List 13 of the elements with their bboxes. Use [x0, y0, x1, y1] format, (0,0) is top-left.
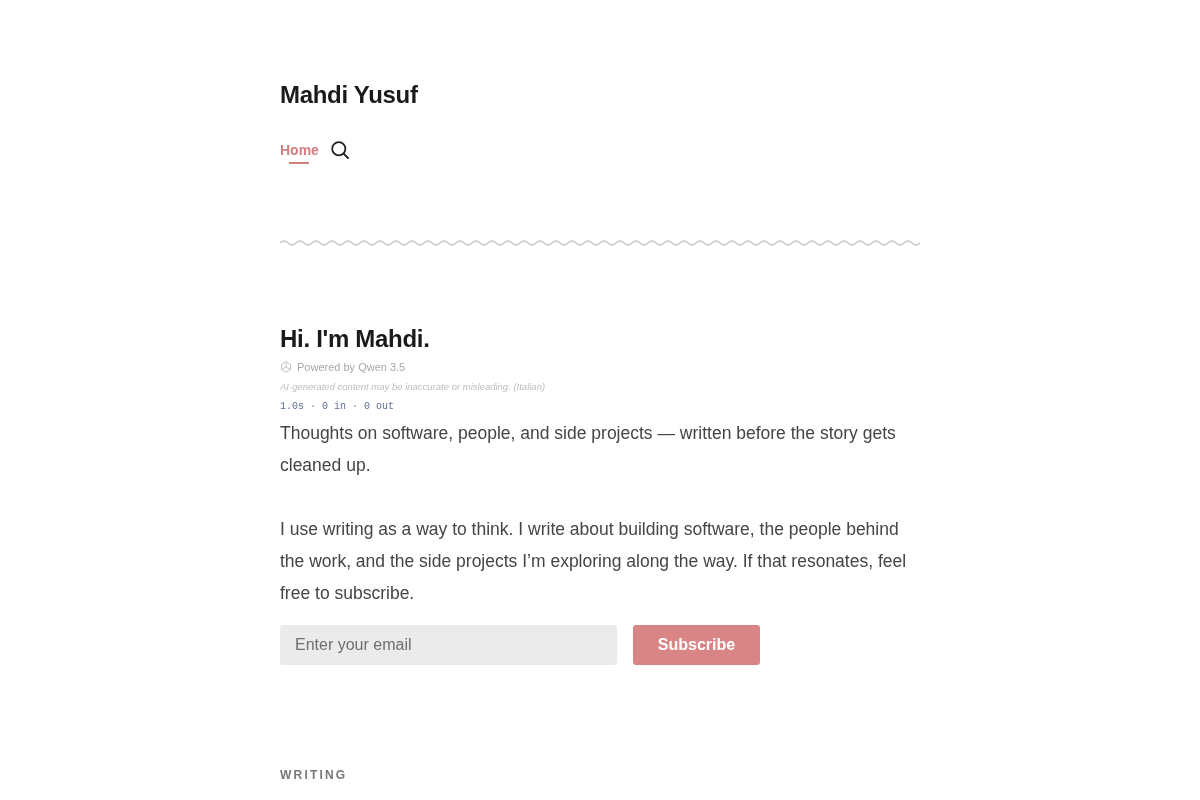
subscribe-button[interactable]: Subscribe [633, 625, 760, 665]
section-heading: WRITING [280, 767, 348, 783]
powered-by-label: Powered by Qwen 3.5 [297, 361, 406, 373]
cube-icon [280, 361, 292, 373]
disclaimer-text: AI-generated content may be inaccurate or misleading. (Italian) [280, 380, 546, 394]
stats-text: 1.0s · 0 in · 0 out [280, 400, 395, 414]
email-field[interactable]: Enter your email [280, 625, 617, 665]
site-title[interactable]: Mahdi Yusuf [280, 80, 418, 110]
intro-heading: Hi. I'm Mahdi. [280, 324, 430, 354]
search-icon[interactable] [330, 141, 349, 159]
nav-link[interactable]: Home [280, 141, 319, 164]
intro-paragraph: Thoughts on software, people, and side projects — written before the story gets cleaned up. [280, 422, 897, 477]
intro-paragraph: I use writing as a way to think. I write about building software, the people behind the work, and the side projects I’m exploring along the way. If that resonates, feel free to subscribe. [280, 518, 908, 605]
